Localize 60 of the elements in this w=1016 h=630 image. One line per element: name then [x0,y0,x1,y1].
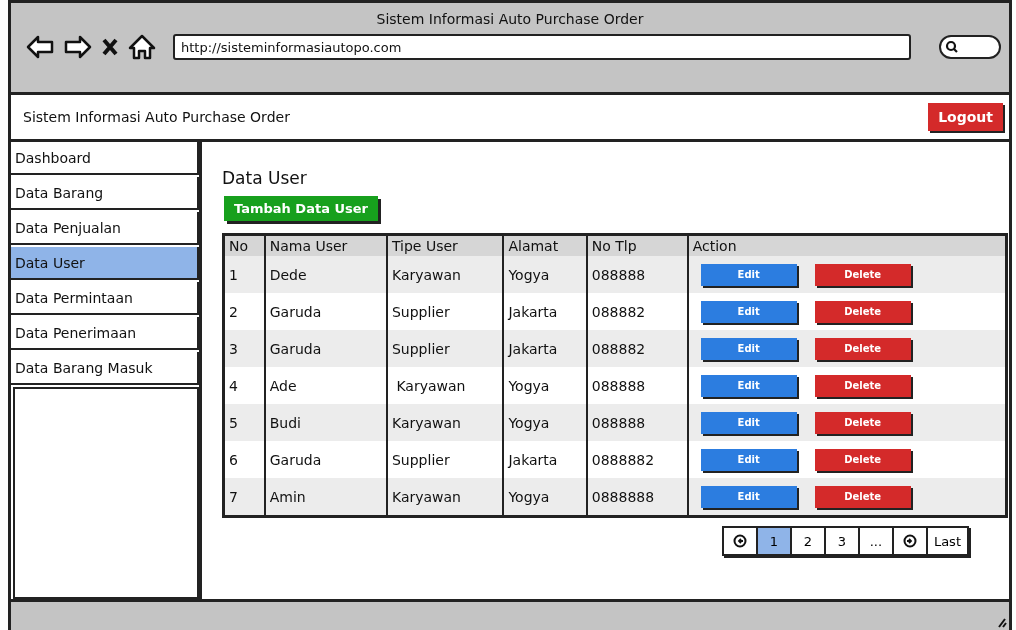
sidebar-item[interactable]: Data Barang Masuk [11,352,199,385]
sidebar-item[interactable]: Data Penerimaan [11,317,199,350]
table-cell: Yogya [503,256,587,293]
column-header: No Tlp [586,234,688,256]
table-cell: Yogya [503,404,587,441]
delete-button[interactable]: Delete [814,448,911,471]
delete-button[interactable]: Delete [814,485,911,508]
table-cell: Karyawan [386,404,504,441]
page-title: Data User [222,168,308,188]
page-button[interactable]: 1 [757,528,792,554]
column-header: Alamat [503,234,587,256]
address-field[interactable]: http://sisteminformasiautopo.com [173,34,911,60]
table-cell: 5 [223,404,265,441]
table-cell: Supplier [386,330,504,367]
edit-button[interactable]: Edit [700,337,797,360]
search-icon [945,40,959,54]
table-cell: Dede [264,256,387,293]
sidebar-item[interactable]: Data Barang [11,177,199,210]
table-cell: 7 [223,478,265,517]
column-header: Tipe User [386,234,504,256]
app-title: Sistem Informasi Auto Purchase Order [23,109,290,125]
table-cell: 088882 [586,330,688,367]
add-user-button[interactable]: Tambah Data User [224,196,378,221]
table-cell: Yogya [503,478,587,517]
table-cell: Karyawan [386,478,504,517]
edit-button[interactable]: Edit [700,411,797,434]
sidebar-item[interactable]: Data User [11,247,199,280]
table-cell: 088888 [586,256,688,293]
table-cell: 0888888 [586,478,688,517]
table-cell: 088888 [586,404,688,441]
forward-arrow-icon[interactable] [63,33,93,61]
window-title: Sistem Informasi Auto Purchase Order [376,11,644,27]
table-cell: 3 [223,330,265,367]
sidebar-item[interactable]: Dashboard [11,142,199,175]
column-header: Action [687,234,1007,256]
sidebar-item[interactable]: Data Penjualan [11,212,199,245]
column-header: No [223,234,265,256]
column-header: Nama User [264,234,387,256]
edit-button[interactable]: Edit [700,448,797,471]
delete-button[interactable]: Delete [814,263,911,286]
table-cell: Karyawan [386,256,504,293]
table-cell: Jakarta [503,330,587,367]
edit-button[interactable]: Edit [700,485,797,508]
sidebar-item[interactable]: Data Permintaan [11,282,199,315]
resize-grip-icon[interactable] [995,616,1007,628]
edit-button[interactable]: Edit [700,300,797,323]
home-icon[interactable] [127,33,157,61]
table-cell: Budi [264,404,387,441]
delete-button[interactable]: Delete [814,337,911,360]
delete-button[interactable]: Delete [814,300,911,323]
search-field[interactable] [939,35,1001,59]
table-cell: 1 [223,256,265,293]
back-arrow-icon[interactable] [25,33,55,61]
edit-button[interactable]: Edit [700,374,797,397]
table-cell: Garuda [264,330,387,367]
delete-button[interactable]: Delete [814,411,911,434]
edit-button[interactable]: Edit [700,263,797,286]
logout-button[interactable]: Logout [928,103,1003,131]
delete-button[interactable]: Delete [814,374,911,397]
table-cell: Amin [264,478,387,517]
